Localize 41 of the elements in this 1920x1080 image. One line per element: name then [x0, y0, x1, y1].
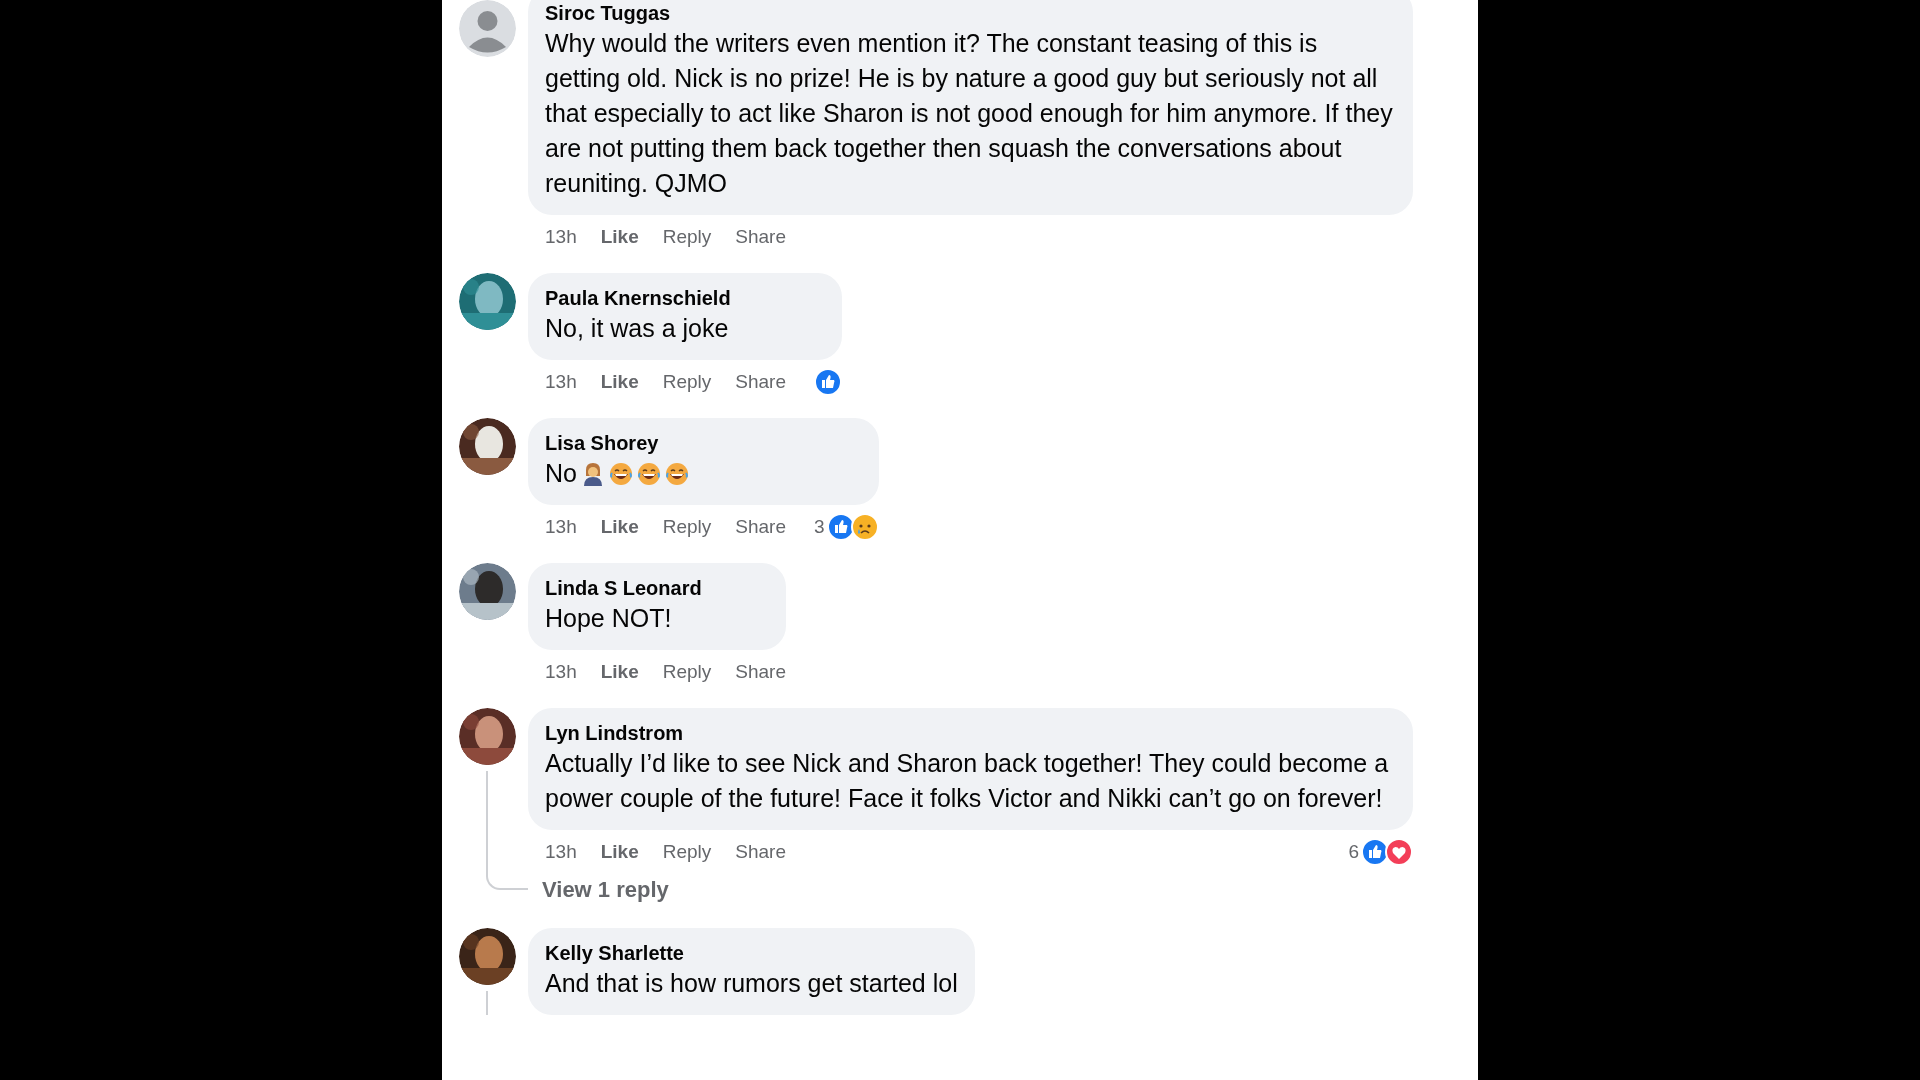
timestamp[interactable]: 13h [545, 371, 577, 393]
like-link[interactable]: Like [600, 371, 639, 393]
author-name[interactable]: Lyn Lindstrom [545, 720, 1396, 746]
author-name[interactable]: Linda S Leonard [545, 575, 769, 601]
share-link[interactable]: Share [735, 661, 786, 683]
like-icon[interactable] [1361, 838, 1389, 866]
timestamp[interactable]: 13h [545, 841, 577, 863]
like-link[interactable]: Like [600, 661, 639, 683]
thread-connector [486, 868, 528, 890]
share-link[interactable]: Share [735, 841, 786, 863]
like-link[interactable]: Like [600, 516, 639, 538]
comment-text: No, it was a joke [545, 313, 729, 344]
timestamp[interactable]: 13h [545, 226, 577, 248]
reply-link[interactable]: Reply [662, 661, 712, 683]
comment-text: No [545, 458, 577, 489]
like-link[interactable]: Like [600, 226, 639, 248]
like-icon[interactable] [826, 513, 855, 541]
author-name[interactable]: Paula Knernschield [545, 285, 825, 311]
share-link[interactable]: Share [735, 371, 786, 393]
share-link[interactable]: Share [735, 516, 786, 538]
reply-link[interactable]: Reply [662, 516, 712, 538]
reaction-count[interactable]: 3 [814, 516, 825, 538]
like-link[interactable]: Like [600, 841, 639, 863]
timestamp[interactable]: 13h [545, 661, 577, 683]
reply-link[interactable]: Reply [662, 371, 712, 393]
reaction-count[interactable]: 6 [1348, 841, 1359, 863]
comment-text: Why would the writers even mention it? The constant teasing of this is getting old. Nick is no prize! He is by nature a good guy but seriously not all that especially to act like Sharon is not good enough for him anymore. If they are not putting them back together then squash the conversations about reuniting. QJMO [545, 28, 1394, 199]
view-replies-link[interactable]: View 1 reply [528, 870, 669, 910]
comment-text: Hope NOT! [545, 603, 672, 634]
comment-text: Actually I’d like to see Nick and Sharon back together! They could become a power couple of the future! Face it folks Victor and Nikki can’t go on forever! [545, 748, 1390, 814]
author-name[interactable]: Siroc Tuggas [545, 0, 1396, 26]
share-link[interactable]: Share [735, 226, 786, 248]
author-name[interactable]: Kelly Sharlette [545, 940, 958, 966]
sad-face-icon[interactable] [850, 513, 879, 541]
reply-link[interactable]: Reply [662, 841, 712, 863]
reply-link[interactable]: Reply [662, 226, 712, 248]
timestamp[interactable]: 13h [545, 516, 577, 538]
like-icon[interactable] [814, 368, 842, 396]
comment-text: And that is how rumors get started lol [545, 968, 958, 999]
author-name[interactable]: Lisa Shorey [545, 430, 862, 456]
default-avatar-icon[interactable] [459, 0, 516, 57]
